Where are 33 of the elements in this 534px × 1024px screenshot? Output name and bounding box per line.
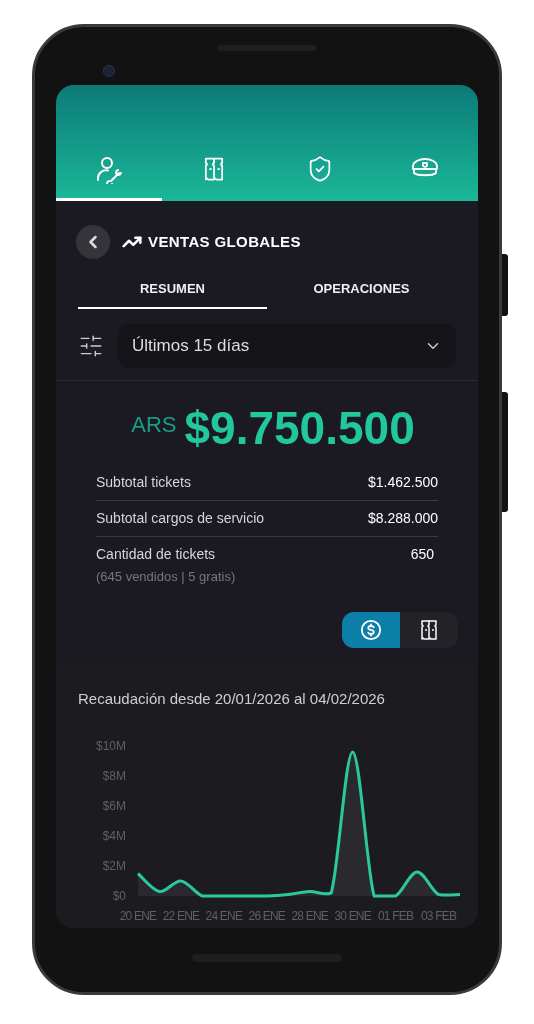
x-axis-label: 30 ENE (334, 909, 371, 923)
page-title: VENTAS GLOBALES (148, 231, 301, 252)
x-axis-label: 22 ENE (162, 909, 200, 923)
total-amount: $9.750.500 (184, 405, 415, 451)
x-axis-label: 24 ENE (205, 909, 243, 923)
chart-title: Recaudación desde 20/01/2026 al 04/02/2026 (78, 688, 386, 709)
y-axis-label: $2M (102, 859, 126, 873)
filter-icon (78, 333, 104, 359)
section-tab[interactable]: OPERACIONES (267, 271, 456, 309)
currency-code: ARS (131, 411, 177, 439)
section-tab[interactable]: RESUMEN (78, 271, 267, 309)
back-button[interactable] (76, 225, 110, 259)
summary-value: $8.288.000 (367, 509, 438, 528)
summary-label: Subtotal tickets (96, 473, 191, 492)
y-axis-label: $4M (102, 829, 126, 843)
summary-value: 650 (410, 545, 435, 564)
x-axis-label: 28 ENE (291, 909, 328, 923)
summary-label: Subtotal cargos de servicio (96, 509, 265, 528)
y-axis-label: $6M (102, 799, 126, 813)
summary-value: $1.462.500 (367, 473, 438, 492)
x-axis-label: 03 FEB (420, 909, 457, 923)
toggle-option[interactable] (342, 611, 400, 648)
y-axis-label: $8M (102, 769, 126, 783)
camera-lens (103, 65, 115, 77)
x-axis-label: 20 ENE (119, 909, 157, 923)
summary-note: (645 vendidos | 5 gratis) (96, 568, 236, 586)
period-dropdown[interactable]: Últimos 15 días (118, 324, 456, 368)
x-axis-label: 26 ENE (248, 909, 286, 923)
x-axis-label: 01 FEB (378, 909, 414, 923)
summary-label: Cantidad de tickets (96, 545, 217, 564)
y-axis-label: $10M (95, 739, 126, 753)
dollar-coin-icon (360, 618, 382, 641)
y-axis-label: $0 (112, 889, 126, 903)
